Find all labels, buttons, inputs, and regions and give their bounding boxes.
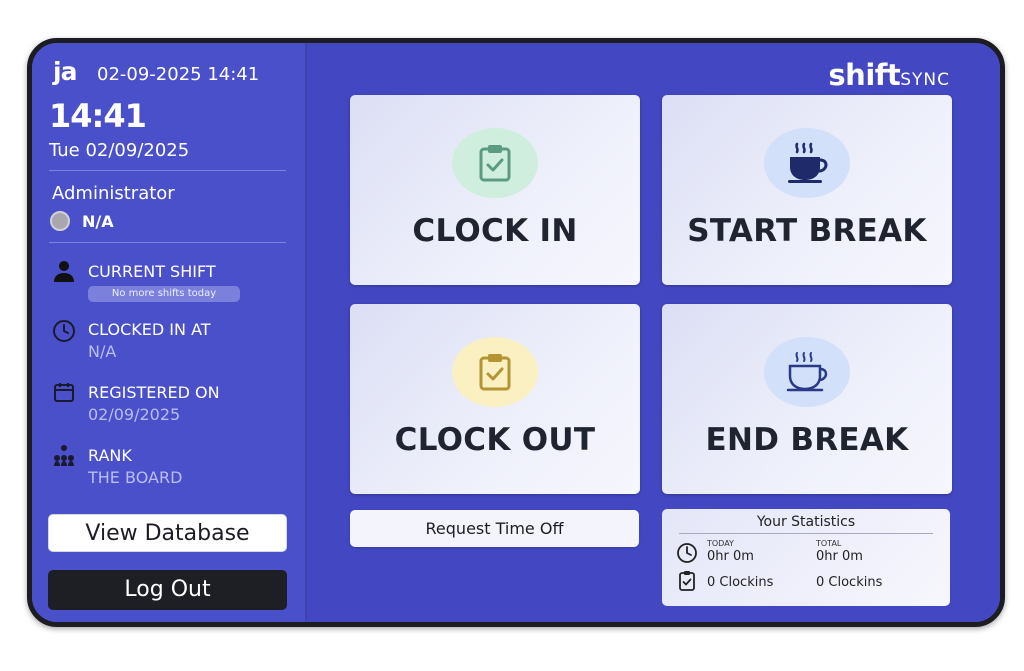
current-date: Tue 02/09/2025 bbox=[49, 140, 190, 161]
total-clockins: 0 Clockins bbox=[816, 575, 883, 590]
device-frame: ja 02-09-2025 14:41 14:41 Tue 02/09/2025… bbox=[27, 38, 1005, 627]
clock-out-button[interactable]: CLOCK OUT bbox=[350, 304, 640, 494]
hierarchy-icon bbox=[54, 445, 74, 466]
app-logo: ja bbox=[53, 57, 77, 86]
divider bbox=[49, 242, 286, 243]
sidebar: ja 02-09-2025 14:41 14:41 Tue 02/09/2025… bbox=[32, 43, 307, 622]
clock-in-label: CLOCK IN bbox=[412, 213, 578, 249]
clocked-in-value: N/A bbox=[88, 342, 117, 361]
clock-out-icon-circle bbox=[452, 337, 538, 407]
clock-icon bbox=[53, 320, 75, 342]
clock-icon bbox=[677, 543, 697, 563]
view-database-button[interactable]: View Database bbox=[48, 514, 287, 552]
user-status: N/A bbox=[82, 212, 114, 231]
current-shift-badge: No more shifts today bbox=[88, 286, 240, 302]
brand-part2: SYNC bbox=[900, 70, 950, 90]
total-hours: 0hr 0m bbox=[816, 549, 863, 564]
request-time-off-button[interactable]: Request Time Off bbox=[350, 510, 639, 547]
rank-label: RANK bbox=[88, 446, 132, 465]
current-shift-label: CURRENT SHIFT bbox=[88, 262, 216, 281]
registered-value: 02/09/2025 bbox=[88, 405, 181, 424]
user-role: Administrator bbox=[52, 183, 175, 204]
rank-value: THE BOARD bbox=[88, 468, 183, 487]
coffee-cup-icon bbox=[788, 142, 828, 183]
today-hours: 0hr 0m bbox=[707, 549, 754, 564]
start-break-icon-circle bbox=[764, 128, 850, 198]
today-label: TODAY bbox=[707, 539, 734, 548]
divider bbox=[49, 170, 286, 171]
start-break-label: START BREAK bbox=[687, 213, 927, 249]
end-break-button[interactable]: END BREAK bbox=[662, 304, 952, 494]
coffee-cup-outline-icon bbox=[786, 352, 828, 392]
total-label: TOTAL bbox=[816, 539, 842, 548]
clock-out-label: CLOCK OUT bbox=[394, 422, 596, 458]
clipboard-check-icon bbox=[479, 145, 511, 182]
person-icon bbox=[54, 261, 74, 282]
main-panel: shiftSYNC CLOCK IN START BREAK CLOCK OUT… bbox=[307, 43, 1000, 622]
today-clockins: 0 Clockins bbox=[707, 575, 774, 590]
statistics-divider bbox=[679, 533, 933, 534]
clipboard-check-icon bbox=[479, 354, 511, 391]
statistics-title: Your Statistics bbox=[756, 514, 856, 530]
end-break-icon-circle bbox=[764, 337, 850, 407]
clock-in-icon-circle bbox=[452, 128, 538, 198]
start-break-button[interactable]: START BREAK bbox=[662, 95, 952, 285]
brand-logo: shiftSYNC bbox=[828, 58, 950, 92]
statistics-panel: Your Statistics TODAY 0hr 0m TOTAL 0hr 0… bbox=[662, 509, 950, 606]
status-dot bbox=[50, 211, 70, 231]
current-time: 14:41 bbox=[49, 97, 147, 135]
clocked-in-label: CLOCKED IN AT bbox=[88, 320, 211, 339]
top-datetime: 02-09-2025 14:41 bbox=[97, 64, 260, 85]
end-break-label: END BREAK bbox=[705, 422, 909, 458]
clipboard-check-icon bbox=[679, 571, 695, 591]
brand-part1: shift bbox=[828, 58, 901, 92]
logout-button[interactable]: Log Out bbox=[48, 570, 287, 610]
clock-in-button[interactable]: CLOCK IN bbox=[350, 95, 640, 285]
calendar-icon bbox=[54, 383, 74, 402]
registered-label: REGISTERED ON bbox=[88, 383, 220, 402]
